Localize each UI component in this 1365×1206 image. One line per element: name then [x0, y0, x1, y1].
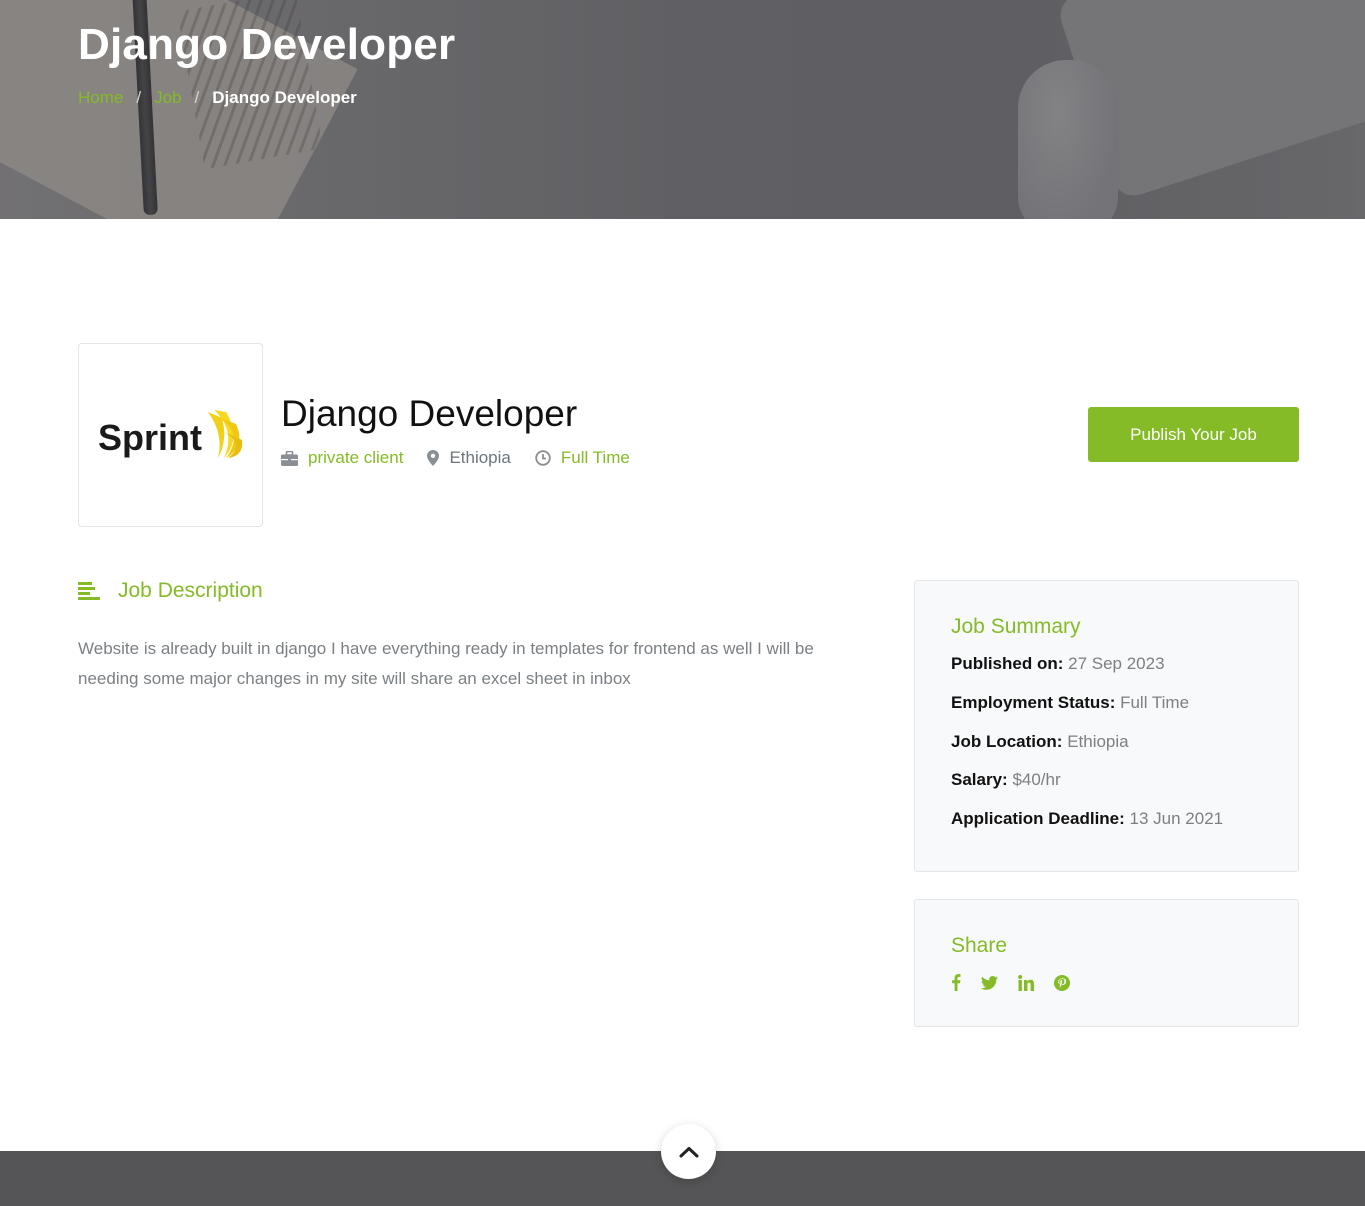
job-meta: private client Ethiopia Full Time: [281, 448, 654, 468]
job-type-label: Full Time: [560, 448, 630, 467]
chevron-up-icon: [679, 1146, 698, 1157]
job-location-label: Ethiopia: [449, 448, 511, 467]
summary-value: 27 Sep 2023: [1068, 654, 1165, 673]
summary-value: 13 Jun 2021: [1129, 809, 1224, 829]
job-description-heading: Job Description: [78, 579, 263, 603]
company-logo: Sprint: [78, 343, 263, 527]
summary-value: Full Time: [1120, 692, 1190, 712]
summary-label: Application Deadline:: [951, 809, 1125, 829]
summary-row-employment-status: Employment Status: Full Time: [951, 692, 1262, 714]
summary-row-salary: Salary: $40/hr: [951, 769, 1262, 791]
briefcase-icon: [281, 450, 298, 466]
job-summary-title: Job Summary: [951, 615, 1081, 638]
align-left-icon: [78, 582, 100, 600]
summary-value: $40/hr: [1012, 770, 1061, 790]
sprint-logo-icon: Sprint: [98, 410, 242, 458]
job-title: Django Developer: [281, 393, 578, 434]
linkedin-icon[interactable]: [1018, 974, 1034, 991]
twitter-icon[interactable]: [981, 975, 998, 990]
summary-row-published: Published on: 27 Sep 2023: [951, 653, 1262, 675]
breadcrumb-separator: /: [136, 88, 142, 107]
job-location: Ethiopia: [427, 448, 511, 468]
summary-row-location: Job Location: Ethiopia: [951, 731, 1262, 753]
job-client: private client: [281, 448, 403, 468]
summary-label: Job Location:: [951, 731, 1063, 751]
page-title: Django Developer: [78, 20, 456, 69]
sprint-logo-text: Sprint: [98, 417, 202, 458]
map-marker-icon: [427, 450, 440, 466]
job-description-heading-label: Job Description: [118, 579, 263, 602]
summary-label: Employment Status:: [951, 692, 1116, 712]
job-summary-card: Job Summary Published on: 27 Sep 2023 Em…: [914, 580, 1299, 872]
facebook-icon[interactable]: [951, 974, 961, 991]
job-client-label: private client: [308, 448, 404, 467]
summary-label: Published on:: [951, 654, 1064, 673]
share-title: Share: [951, 934, 1008, 957]
social-links: [951, 974, 1262, 991]
breadcrumb: Home / Job / Django Developer: [78, 88, 357, 108]
job-type: Full Time: [535, 448, 630, 468]
summary-value: Ethiopia: [1067, 731, 1129, 751]
breadcrumb-home-link[interactable]: Home: [78, 88, 123, 108]
page-hero: Django Developer Home / Job / Django Dev…: [0, 0, 1365, 219]
breadcrumb-separator: /: [194, 88, 200, 107]
scroll-to-top-button[interactable]: [661, 1124, 716, 1179]
publish-your-job-button[interactable]: Publish Your Job: [1088, 407, 1299, 462]
summary-label: Salary:: [951, 770, 1008, 790]
job-description-text: Website is already built in django I hav…: [78, 639, 814, 688]
summary-row-deadline: Application Deadline: 13 Jun 2021: [951, 808, 1262, 830]
share-card: Share: [914, 899, 1299, 1027]
pinterest-icon[interactable]: [1054, 974, 1070, 991]
breadcrumb-job-link[interactable]: Job: [154, 88, 181, 108]
clock-icon: [535, 450, 551, 466]
breadcrumb-current: Django Developer: [212, 88, 357, 107]
